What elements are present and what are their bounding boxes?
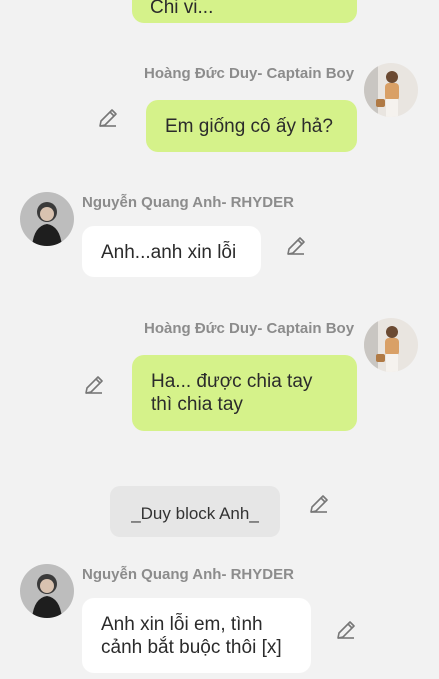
- avatar-image: [20, 564, 74, 618]
- avatar-captain-boy[interactable]: [364, 318, 418, 372]
- message-bubble[interactable]: Em giống cô ấy hả?: [146, 100, 357, 152]
- message-text-line: Ha... được chia tay: [151, 371, 313, 392]
- message-bubble[interactable]: Anh xin lỗi em, tình cảnh bắt buộc thôi …: [82, 598, 311, 673]
- avatar-image: [364, 63, 418, 117]
- sender-name: Nguyễn Quang Anh- RHYDER: [82, 194, 294, 211]
- pencil-icon[interactable]: [83, 374, 105, 396]
- avatar-captain-boy[interactable]: [364, 63, 418, 117]
- system-text: _Duy block Anh_: [131, 504, 259, 523]
- message-text: Em giống cô ấy hả?: [165, 116, 333, 137]
- pencil-icon[interactable]: [335, 619, 357, 641]
- avatar-rhyder[interactable]: [20, 564, 74, 618]
- avatar-rhyder[interactable]: [20, 192, 74, 246]
- avatar-image: [364, 318, 418, 372]
- pencil-icon[interactable]: [285, 235, 307, 257]
- sender-name: Hoàng Đức Duy- Captain Boy: [144, 320, 355, 337]
- message-text-line: cảnh bắt buộc thôi [x]: [101, 637, 282, 658]
- message-bubble[interactable]: Ha... được chia tay thì chia tay: [132, 355, 357, 431]
- message-text: Anh...anh xin lỗi: [101, 242, 237, 263]
- system-message: _Duy block Anh_: [110, 486, 280, 537]
- message-text-line: Anh xin lỗi em, tình: [101, 614, 263, 635]
- sender-name: Nguyễn Quang Anh- RHYDER: [82, 566, 294, 583]
- avatar-image: [20, 192, 74, 246]
- message-bubble[interactable]: Anh...anh xin lỗi: [82, 226, 261, 277]
- message-text-line: thì chia tay: [151, 394, 243, 415]
- pencil-icon[interactable]: [97, 107, 119, 129]
- sender-name: Hoàng Đức Duy- Captain Boy: [144, 65, 355, 82]
- message-bubble-partial[interactable]: Chi vi...: [132, 0, 357, 23]
- message-text: Chi vi...: [150, 0, 214, 18]
- pencil-icon[interactable]: [308, 493, 330, 515]
